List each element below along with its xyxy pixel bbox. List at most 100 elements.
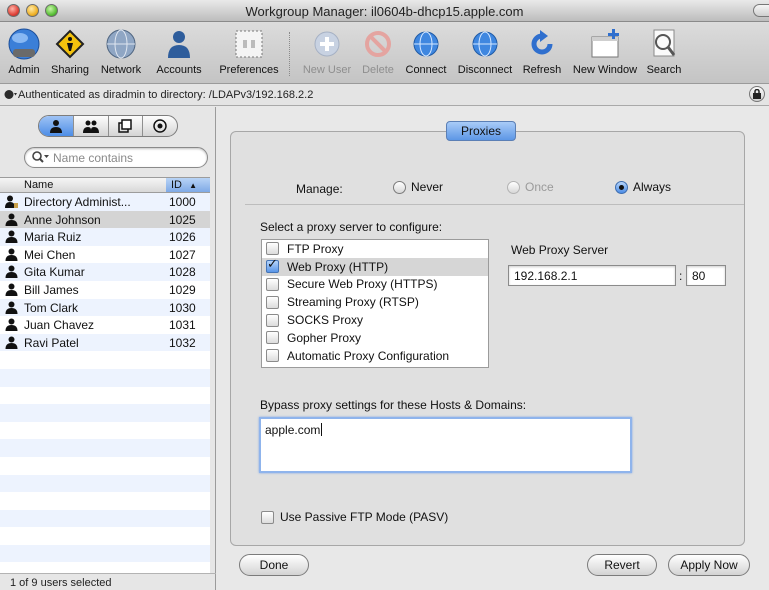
proxy-port-field[interactable]: 80 — [686, 265, 726, 286]
proxy-label: Automatic Proxy Configuration — [287, 348, 450, 363]
toolbar-accounts[interactable]: Accounts — [149, 26, 209, 76]
user-row[interactable]: Anne Johnson 1025 — [0, 210, 210, 229]
sidebar: Name contains Name ID ▲ Directory Admini… — [0, 107, 216, 590]
proxy-server-list: FTP Proxy Web Proxy (HTTP) Secure Web Prox… — [261, 239, 489, 368]
proxy-checkbox[interactable] — [266, 331, 279, 345]
proxy-checkbox[interactable] — [266, 295, 279, 309]
toolbar-label: Search — [646, 64, 682, 76]
user-row[interactable]: Directory Administ... 1000 — [0, 193, 210, 211]
checkbox-label: Use Passive FTP Mode (PASV) — [280, 510, 449, 524]
column-id-label: ID — [171, 179, 182, 191]
proxy-item[interactable]: Streaming Proxy (RTSP) — [262, 293, 488, 311]
toolbar-toggle-button[interactable] — [753, 4, 769, 17]
proxy-checkbox[interactable] — [266, 242, 279, 256]
user-row[interactable]: Tom Clark 1030 — [0, 298, 210, 317]
toolbar-delete[interactable]: Delete — [358, 26, 398, 76]
directory-globe-icon[interactable] — [4, 89, 17, 103]
user-icon — [5, 318, 18, 334]
toolbar-label: Connect — [405, 64, 447, 76]
user-name: Ravi Patel — [24, 335, 79, 350]
empty-row — [0, 351, 210, 369]
user-name: Bill James — [24, 282, 79, 297]
user-rows: Directory Administ... 1000 Anne Johnson 102… — [0, 193, 210, 573]
computer-groups-tab[interactable] — [143, 116, 177, 136]
proxy-checkbox[interactable] — [266, 277, 279, 291]
manage-once-radio[interactable]: Once — [507, 180, 554, 194]
proxy-item[interactable]: Automatic Proxy Configuration — [262, 347, 488, 365]
authentication-status: Authenticated as diradmin to directory: … — [18, 89, 314, 101]
lock-icon[interactable] — [749, 86, 765, 102]
user-name: Juan Chavez — [24, 318, 95, 333]
window-title: Workgroup Manager: il0604b-dhcp15.apple.… — [245, 4, 524, 19]
admin-user-icon — [5, 195, 18, 211]
sort-ascending-icon: ▲ — [189, 181, 197, 190]
user-row[interactable]: Gita Kumar 1028 — [0, 263, 210, 281]
sharing-sign-icon — [52, 26, 88, 62]
toolbar-admin[interactable]: Admin — [4, 26, 44, 76]
toolbar-label: New User — [302, 64, 352, 76]
revert-button[interactable]: Revert — [587, 554, 657, 576]
user-row[interactable]: Juan Chavez 1031 — [0, 316, 210, 334]
tab-proxies[interactable]: Proxies — [446, 121, 516, 141]
toolbar-network[interactable]: Network — [95, 26, 147, 76]
refresh-icon — [524, 26, 560, 62]
user-row[interactable]: Bill James 1029 — [0, 281, 210, 299]
proxy-item[interactable]: FTP Proxy — [262, 240, 488, 258]
proxy-item[interactable]: Secure Web Proxy (HTTPS) — [262, 276, 488, 294]
column-name-header[interactable]: Name — [24, 179, 53, 191]
proxy-checkbox[interactable] — [266, 349, 279, 363]
empty-row — [0, 562, 210, 573]
search-placeholder: Name contains — [53, 151, 134, 165]
toolbar-search[interactable]: Search — [643, 26, 685, 76]
proxy-item[interactable]: Gopher Proxy — [262, 329, 488, 347]
user-row[interactable]: Ravi Patel 1032 — [0, 333, 210, 352]
apply-now-button[interactable]: Apply Now — [668, 554, 750, 576]
toolbar-refresh[interactable]: Refresh — [519, 26, 565, 76]
toolbar-new-user[interactable]: New User — [299, 26, 355, 76]
toolbar: Admin Sharing Network Accounts Preferenc… — [0, 22, 769, 84]
selection-status: 1 of 9 users selected — [0, 573, 216, 590]
toolbar-label: Refresh — [522, 64, 562, 76]
bypass-hosts-textarea[interactable]: apple.com — [259, 417, 632, 473]
proxy-host-field[interactable]: 192.168.2.1 — [508, 265, 676, 286]
toolbar-new-window[interactable]: New Window — [569, 26, 641, 76]
proxy-checkbox[interactable] — [266, 313, 279, 327]
user-name: Maria Ruiz — [24, 230, 82, 245]
user-row[interactable]: Mei Chen 1027 — [0, 246, 210, 264]
new-window-icon — [587, 26, 623, 62]
column-id-header[interactable]: ID ▲ — [166, 178, 210, 192]
user-row[interactable]: Maria Ruiz 1026 — [0, 228, 210, 246]
network-globe-icon — [103, 26, 139, 62]
toolbar-sharing[interactable]: Sharing — [47, 26, 93, 76]
toolbar-connect[interactable]: Connect — [400, 26, 452, 76]
manage-never-radio[interactable]: Never — [393, 180, 443, 194]
plus-icon — [309, 26, 345, 62]
empty-row — [0, 544, 210, 563]
user-id: 1028 — [169, 265, 196, 280]
empty-row — [0, 404, 210, 422]
toolbar-disconnect[interactable]: Disconnect — [453, 26, 517, 76]
toolbar-label: Delete — [362, 64, 394, 76]
proxy-item[interactable]: Web Proxy (HTTP) — [262, 257, 488, 276]
proxy-label: Gopher Proxy — [287, 330, 362, 345]
proxy-checkbox[interactable] — [266, 257, 279, 274]
done-button[interactable]: Done — [239, 554, 309, 576]
toolbar-label: Network — [100, 64, 142, 76]
toolbar-preferences[interactable]: Preferences — [218, 26, 280, 76]
user-icon — [5, 336, 18, 352]
user-id: 1029 — [169, 282, 196, 297]
users-tab[interactable] — [39, 116, 74, 136]
accounts-person-icon — [161, 26, 197, 62]
user-id: 1031 — [169, 318, 196, 333]
group-icon — [82, 120, 99, 133]
search-icon — [32, 151, 50, 166]
computer-lists-tab[interactable] — [109, 116, 144, 136]
groups-tab[interactable] — [74, 116, 109, 136]
name-search-field[interactable]: Name contains — [24, 147, 208, 168]
manage-always-radio[interactable]: Always — [615, 180, 671, 194]
proxy-item[interactable]: SOCKS Proxy — [262, 311, 488, 329]
checkbox-box — [261, 510, 274, 524]
radio-indicator — [507, 180, 520, 194]
passive-ftp-checkbox[interactable]: Use Passive FTP Mode (PASV) — [261, 510, 448, 524]
port-separator: : — [679, 269, 683, 283]
